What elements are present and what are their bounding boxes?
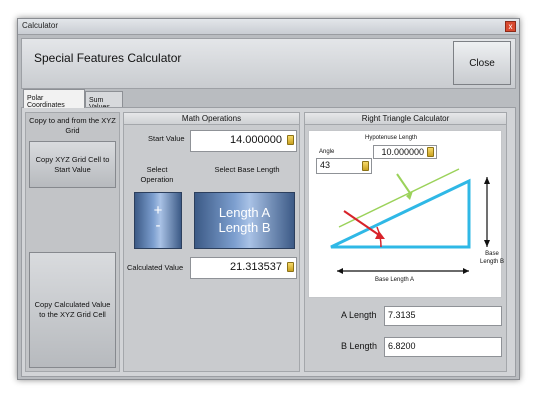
grid-column: Copy to and from the XYZ Grid Copy XYZ G… <box>25 112 120 372</box>
hypotenuse-field[interactable]: 10.000000 <box>373 145 437 159</box>
calculator-icon[interactable] <box>287 135 294 145</box>
angle-field[interactable]: 43 <box>316 158 372 174</box>
tab-panel: Copy to and from the XYZ Grid Copy XYZ G… <box>21 107 516 377</box>
grid-heading: Copy to and from the XYZ Grid <box>29 116 116 135</box>
op-minus: - <box>155 217 161 234</box>
base-length-b: Length B <box>218 220 271 235</box>
operation-toggle-button[interactable]: + - <box>134 192 182 249</box>
angle-label: Angle <box>319 149 335 155</box>
start-value-field[interactable]: 14.000000 <box>190 130 297 152</box>
b-length-field[interactable]: 6.8200 <box>384 337 502 357</box>
base-a-label: Base Length A <box>375 277 415 283</box>
base-a-arrow-left <box>337 268 343 274</box>
op-plus: + <box>153 202 163 219</box>
hypotenuse-label: Hypotenuse Length <box>365 135 418 141</box>
hypotenuse-arrow <box>396 173 411 194</box>
triangle-diagram: Hypotenuse Length 10.000000 Angle 43 Bas… <box>308 130 505 298</box>
base-b-arrow-bottom <box>484 240 490 247</box>
start-value-label: Start Value <box>148 134 185 143</box>
title-bar: Calculator x <box>18 19 519 35</box>
math-column: Math Operations Start Value 14.000000 Se… <box>123 112 300 372</box>
calculated-value-field[interactable]: 21.313537 <box>190 257 297 279</box>
start-value-text: 14.000000 <box>230 134 282 146</box>
tab-polar-coordinates[interactable]: Polar Coordinates <box>23 89 85 109</box>
copy-to-start-button[interactable]: Copy XYZ Grid Cell to Start Value <box>29 141 116 188</box>
page-title: Special Features Calculator <box>34 51 182 65</box>
copy-to-grid-button[interactable]: Copy Calculated Value to the XYZ Grid Ce… <box>29 252 116 368</box>
calculated-value-label: Calculated Value <box>127 263 184 272</box>
select-base-label: Select Base Length <box>214 165 280 174</box>
b-length-label: B Length <box>341 341 378 351</box>
header: Special Features Calculator Close <box>21 38 516 89</box>
window-close-icon[interactable]: x <box>505 21 516 32</box>
base-b-arrow-top <box>484 177 490 184</box>
select-operation-label: Select Operation <box>140 165 174 184</box>
calculator-window: Calculator x Special Features Calculator… <box>17 18 520 380</box>
base-length-toggle-button[interactable]: Length A Length B <box>194 192 295 249</box>
triangle-shape <box>330 178 471 249</box>
calculator-icon[interactable] <box>427 147 434 157</box>
base-b-label: Base Length B <box>479 251 505 265</box>
calculated-value-text: 21.313537 <box>230 261 282 273</box>
triangle-heading: Right Triangle Calculator <box>305 113 506 125</box>
calculator-icon[interactable] <box>287 262 294 272</box>
calculator-icon[interactable] <box>362 161 369 171</box>
tab-sum-values[interactable]: Sum Values <box>85 91 123 111</box>
close-button[interactable]: Close <box>453 41 511 85</box>
hypotenuse-value: 10.000000 <box>381 147 424 157</box>
math-heading: Math Operations <box>124 113 299 125</box>
window-title: Calculator <box>22 21 59 30</box>
a-length-field[interactable]: 7.3135 <box>384 306 502 326</box>
base-length-a: Length A <box>218 205 271 220</box>
base-a-arrow-right <box>463 268 469 274</box>
triangle-column: Right Triangle Calculator Hypotenuse Len… <box>304 112 507 372</box>
angle-value: 43 <box>320 160 331 170</box>
a-length-label: A Length <box>341 310 377 320</box>
